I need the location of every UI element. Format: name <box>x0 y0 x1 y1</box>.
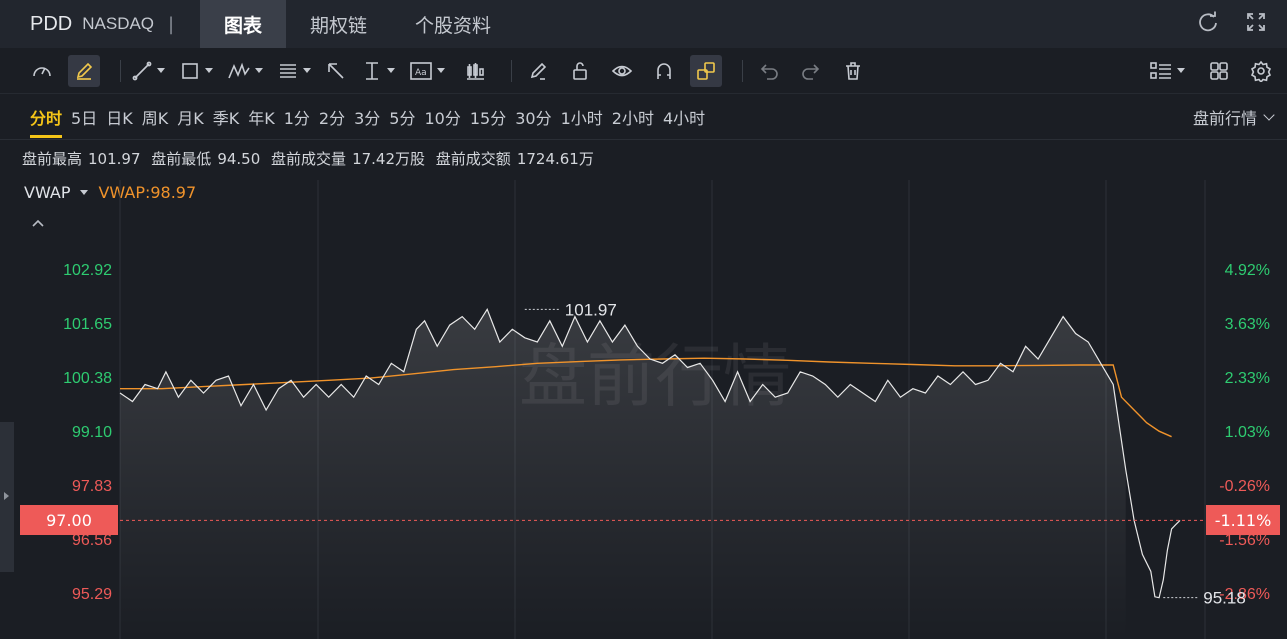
y-axis-tick-label: 95.29 <box>72 586 112 603</box>
y-axis-tick-label: 102.92 <box>63 262 112 279</box>
price-annotation-label: 95.18 <box>1203 589 1246 608</box>
y-axis-tick-label: 97.83 <box>72 478 112 495</box>
pct-axis-tick-label: 3.63% <box>1225 316 1270 333</box>
y-axis-tick-label: 100.38 <box>63 370 112 387</box>
pct-axis-tick-label: 2.33% <box>1225 370 1270 387</box>
price-annotation-label: 101.97 <box>565 300 617 319</box>
price-area-fill <box>120 309 1126 639</box>
price-chart[interactable]: 盘前行情 102.92101.65100.3899.1097.8396.5695… <box>0 0 1287 639</box>
current-change-label: -1.11% <box>1206 505 1280 535</box>
pct-axis-tick-label: -0.26% <box>1219 478 1270 495</box>
y-axis-tick-label: 99.10 <box>72 424 112 441</box>
pct-axis-tick-label: 1.03% <box>1225 424 1270 441</box>
price-area <box>120 309 1126 639</box>
current-price-label: 97.00 <box>20 505 118 535</box>
y-axis-tick-label: 101.65 <box>63 316 112 333</box>
pct-axis-tick-label: 4.92% <box>1225 262 1270 279</box>
